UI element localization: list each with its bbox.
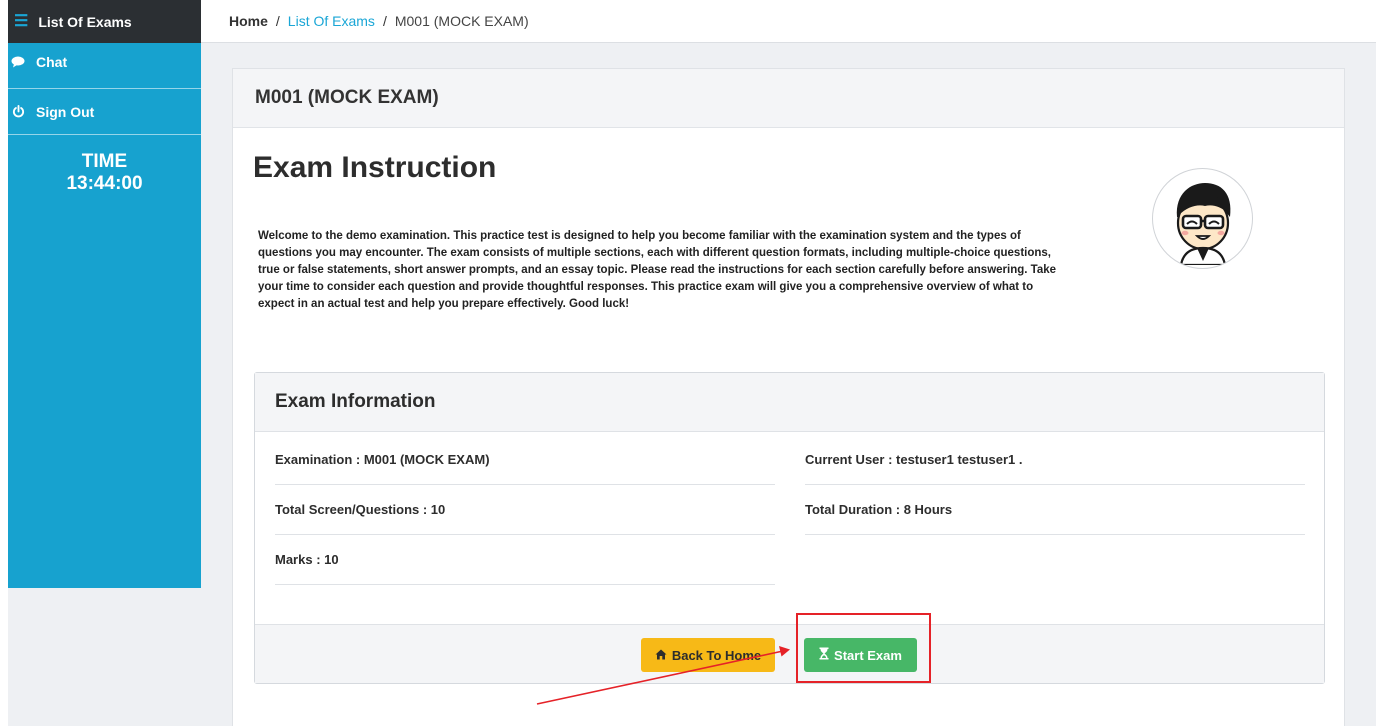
examination-field: Examination : M001 (MOCK EXAM) [275, 435, 775, 485]
time-value: 13:44:00 [66, 173, 143, 194]
home-icon [655, 648, 667, 663]
breadcrumb-current: M001 (MOCK EXAM) [394, 13, 529, 29]
breadcrumb-home[interactable]: Home [229, 13, 268, 29]
back-to-home-button[interactable]: Back To Home [641, 638, 775, 672]
sidebar-item-chat[interactable]: Chat [8, 43, 201, 89]
avatar [1152, 168, 1253, 269]
card-title: M001 (MOCK EXAM) [233, 69, 1344, 128]
time-display: TIME 13:44:00 [8, 151, 201, 195]
back-to-home-label: Back To Home [671, 647, 762, 663]
start-exam-highlight-box [796, 613, 931, 683]
exam-information-title: Exam Information [255, 373, 1324, 432]
total-questions-field: Total Screen/Questions : 10 [275, 485, 775, 535]
action-bar: Back To Home Start Exam [255, 624, 1324, 683]
marks-field: Marks : 10 [275, 535, 775, 585]
total-duration-field: Total Duration : 8 Hours [805, 485, 1305, 535]
sidebar-item-sign-out[interactable]: Sign Out [8, 89, 201, 135]
avatar-illustration [1176, 182, 1230, 265]
breadcrumb: Home / List Of Exams / M001 (MOCK EXAM) [201, 0, 1376, 43]
breadcrumb-separator: / [275, 13, 280, 29]
time-label: TIME [81, 151, 128, 172]
sidebar-item-label: List Of Exams [38, 13, 132, 30]
breadcrumb-separator: / [382, 13, 387, 29]
current-user-field: Current User : testuser1 testuser1 . [805, 435, 1305, 485]
welcome-text: Welcome to the demo examination. This pr… [258, 230, 1057, 310]
page-title: Exam Instruction [253, 151, 497, 184]
sidebar-item-label: Chat [36, 53, 68, 70]
sidebar-item-list-of-exams[interactable]: ☰ List Of Exams [8, 0, 201, 43]
sidebar: ☰ List Of Exams Chat Sign Out TIME 13:44… [8, 0, 201, 588]
left-edge-strip [0, 0, 8, 726]
exam-information-panel: Exam Information Examination : M001 (MOC… [254, 372, 1325, 684]
power-icon [10, 105, 26, 118]
chat-bubble-icon [10, 56, 26, 68]
list-icon: ☰ [14, 12, 29, 30]
sidebar-item-label: Sign Out [36, 103, 95, 120]
exam-card: M001 (MOCK EXAM) Exam Instruction Welcom… [232, 68, 1345, 726]
breadcrumb-list-of-exams[interactable]: List Of Exams [288, 13, 375, 29]
